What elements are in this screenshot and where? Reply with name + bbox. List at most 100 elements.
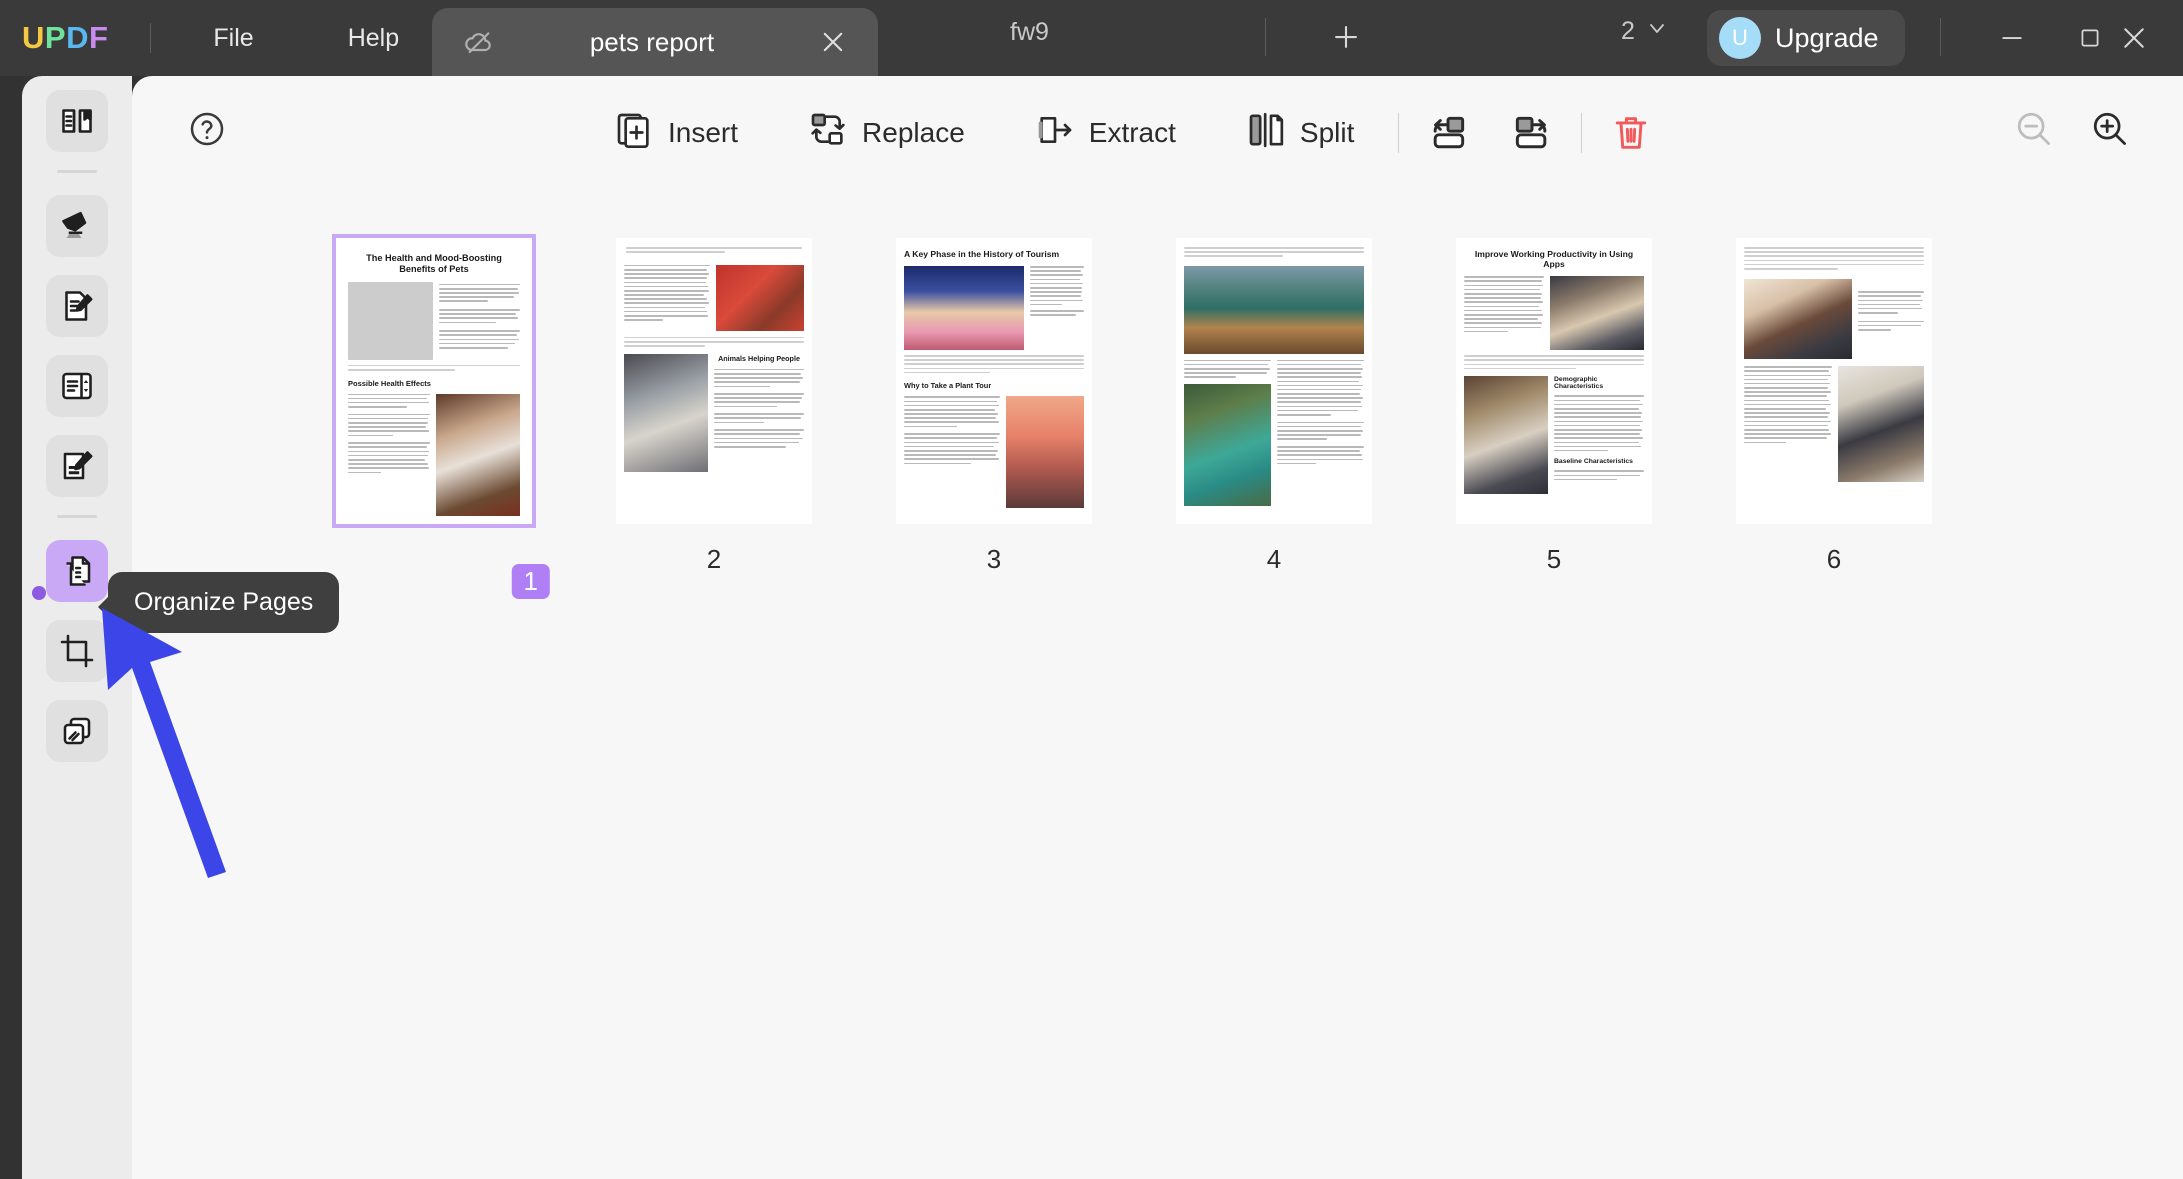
sidebar-item-compress[interactable] [46,700,108,762]
insert-button[interactable]: Insert [592,100,760,165]
page-3-image-1 [904,266,1024,350]
logo-letter-d: D [66,20,89,56]
updf-logo: UPDF [22,20,108,56]
page-number-6: 6 [1718,544,1950,575]
page-number-3: 3 [878,544,1110,575]
sidebar-item-organize-pages[interactable] [46,540,108,602]
tab-count-label: 2 [1621,17,1635,46]
page-number-4: 4 [1158,544,1390,575]
page-cell-5: Improve Working Productivity in Using Ap… [1438,238,1670,575]
logo-letter-f: F [89,20,108,56]
sidebar-item-fill-sign[interactable] [46,435,108,497]
toolbar-divider-1 [1398,113,1399,153]
page-3-heading: Why to Take a Plant Tour [904,381,1084,390]
page-4-image-2 [1184,384,1271,506]
page-thumbnail-4[interactable] [1176,238,1372,524]
page-3-image-2 [1006,396,1084,508]
page-content-5: Improve Working Productivity in Using Ap… [1456,238,1652,524]
page-cell-2: Animals Helping People [598,238,830,575]
page-1-heading: Possible Health Effects [348,379,520,388]
sidebar-divider-mid [57,515,97,518]
page-5-title: Improve Working Productivity in Using Ap… [1466,249,1642,269]
page-1-image-1 [348,282,433,360]
page-number-5: 5 [1438,544,1670,575]
page-content-4 [1176,238,1372,524]
zoom-controls [2011,106,2131,155]
main-content: Insert Replace [132,76,2183,1179]
replace-page-icon [808,110,848,155]
plus-icon[interactable] [1325,16,1367,58]
page-thumbnail-3[interactable]: A Key Phase in the History of Tourism [896,238,1092,524]
page-5-image-1 [1550,276,1644,350]
page-cell-1: The Health and Mood-Boosting Benefits of… [318,238,550,599]
sidebar-item-crop[interactable] [46,620,108,682]
sidebar-item-reader[interactable] [46,90,108,152]
page-content-1: The Health and Mood-Boosting Benefits of… [340,242,528,520]
tab-fw9[interactable]: fw9 [1010,18,1049,47]
sidebar-item-annotate[interactable] [46,195,108,257]
window-controls-divider [1940,18,1941,56]
sidebar-item-page-navigation[interactable] [46,355,108,417]
page-4-image-1 [1184,266,1364,354]
page-thumbnail-6[interactable] [1736,238,1932,524]
page-thumbnail-2[interactable]: Animals Helping People [616,238,812,524]
trash-delete-icon[interactable] [1604,106,1658,160]
split-button[interactable]: Split [1224,100,1376,165]
page-number-1: 1 [512,564,550,599]
tabbar-divider [1265,18,1266,56]
titlebar-divider [150,23,151,53]
upgrade-button[interactable]: U Upgrade [1707,10,1905,66]
page-cell-6: 6 [1718,238,1950,575]
avatar: U [1719,17,1761,59]
page-2-image-2 [624,354,708,472]
extract-button[interactable]: Extract [1013,100,1198,165]
extract-label: Extract [1089,117,1176,149]
page-1-image-2 [436,394,520,516]
menu-file[interactable]: File [189,18,277,59]
tab-count-dropdown[interactable]: 2 [1621,16,1669,47]
page-thumbnail-5[interactable]: Improve Working Productivity in Using Ap… [1456,238,1652,524]
title-bar: UPDF File Help pets report fw9 2 [0,0,2183,76]
organize-toolbar: Insert Replace [132,76,2183,182]
page-3-title: A Key Phase in the History of Tourism [904,249,1084,259]
zoom-out-icon[interactable] [2011,106,2055,155]
split-label: Split [1300,117,1354,149]
question-circle-icon[interactable] [187,109,227,149]
insert-label: Insert [668,117,738,149]
page-thumbnail-grid: The Health and Mood-Boosting Benefits of… [132,182,2183,1179]
tool-group: Insert Replace [592,100,1658,165]
zoom-in-icon[interactable] [2087,106,2131,155]
maximize-button[interactable] [2066,14,2114,62]
minimize-button[interactable] [1988,14,2036,62]
sidebar-active-dot [32,586,46,600]
page-5-heading-2: Baseline Characteristics [1554,458,1644,465]
page-thumbnail-1[interactable]: The Health and Mood-Boosting Benefits of… [336,238,532,524]
rotate-right-icon[interactable] [1505,106,1559,160]
replace-button[interactable]: Replace [786,100,987,165]
chevron-down-icon [1645,16,1669,47]
insert-page-icon [614,110,654,155]
rotate-left-icon[interactable] [1421,106,1475,160]
page-6-image-2 [1838,366,1924,482]
page-5-heading: Demographic Characteristics [1554,376,1644,390]
logo-letter-p: P [45,20,66,56]
page-content-6 [1736,238,1932,524]
page-5-image-2 [1464,376,1548,494]
sidebar-item-edit-pdf[interactable] [46,275,108,337]
page-2-image-1 [716,265,804,331]
page-content-2: Animals Helping People [616,238,812,524]
menu-help[interactable]: Help [324,18,423,59]
upgrade-label: Upgrade [1775,23,1879,54]
sidebar-divider-top [57,170,97,173]
split-page-icon [1246,110,1286,155]
page-content-3: A Key Phase in the History of Tourism [896,238,1092,524]
page-2-heading: Animals Helping People [714,354,804,363]
page-number-2: 2 [598,544,830,575]
tab-pets-report[interactable]: pets report [432,8,878,76]
close-window-button[interactable] [2110,14,2158,62]
tooltip-organize-pages: Organize Pages [108,572,339,633]
page-cell-3: A Key Phase in the History of Tourism [878,238,1110,575]
logo-letter-u: U [22,20,45,56]
page-1-title: The Health and Mood-Boosting Benefits of… [350,253,518,275]
close-icon[interactable] [816,25,850,59]
